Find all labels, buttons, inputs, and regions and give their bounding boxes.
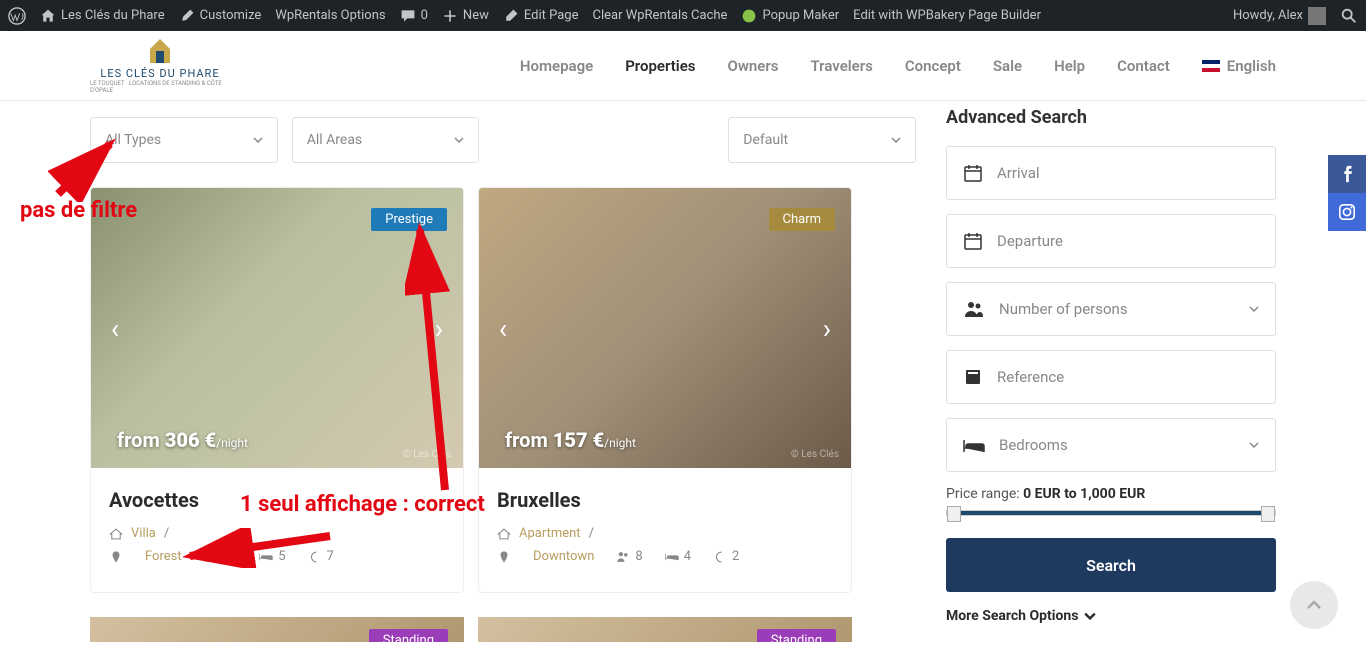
admin-search[interactable] — [1340, 7, 1358, 25]
more-search-options[interactable]: More Search Options — [946, 608, 1276, 624]
prev-image[interactable]: ‹ — [487, 312, 519, 344]
wpbakery-link[interactable]: Edit with WPBakery Page Builder — [853, 8, 1041, 23]
property-card[interactable]: Standing — [478, 617, 852, 642]
advanced-search-sidebar: Advanced Search Arrival Departure Number… — [946, 101, 1276, 642]
price-label: from 306 €/night — [91, 428, 248, 468]
moon-icon — [308, 550, 322, 564]
badge-standing: Standing — [369, 629, 448, 642]
nav-properties[interactable]: Properties — [625, 57, 695, 75]
pin-icon — [109, 550, 123, 564]
departure-input[interactable]: Departure — [946, 214, 1276, 268]
popup-maker-link[interactable]: Popup Maker — [741, 8, 839, 24]
bed-icon — [259, 550, 273, 564]
instagram-link[interactable] — [1328, 193, 1366, 231]
search-title: Advanced Search — [946, 107, 1276, 128]
property-type-link[interactable]: Villa — [131, 526, 156, 541]
chevron-down-icon — [1249, 440, 1259, 450]
chevron-down-icon — [454, 135, 464, 145]
nav-travelers[interactable]: Travelers — [810, 57, 872, 75]
comments-link[interactable]: 0 — [400, 8, 428, 24]
reference-input[interactable]: Reference — [946, 350, 1276, 404]
facebook-icon — [1338, 165, 1356, 183]
property-type-link[interactable]: Apartment — [519, 526, 581, 541]
customize-link[interactable]: Customize — [179, 8, 262, 24]
nav-homepage[interactable]: Homepage — [520, 57, 593, 75]
new-link[interactable]: New — [442, 8, 489, 24]
filter-sort[interactable]: Default — [728, 117, 916, 163]
pin-icon — [497, 550, 511, 564]
property-badge: Charm — [769, 208, 836, 231]
persons-select[interactable]: Number of persons — [946, 282, 1276, 336]
chevron-down-icon — [1249, 304, 1259, 314]
site-name-link[interactable]: Les Clés du Phare — [40, 8, 165, 24]
property-title[interactable]: Bruxelles — [497, 488, 833, 512]
next-image[interactable]: › — [811, 312, 843, 344]
logo-title: LES CLÉS DU PHARE — [100, 67, 219, 80]
scroll-to-top[interactable] — [1290, 581, 1338, 629]
card-image: Prestige ‹ › from 306 €/night © Les Clés — [91, 188, 463, 468]
price-range-label: Price range: 0 EUR to 1,000 EUR — [946, 486, 1276, 502]
card-image: Charm ‹ › from 157 €/night © Les Clés — [479, 188, 851, 468]
instagram-icon — [1338, 203, 1356, 221]
price-slider[interactable] — [946, 510, 1276, 516]
calendar-icon — [963, 163, 983, 183]
property-area-link[interactable]: Downtown — [533, 549, 594, 564]
book-icon — [963, 367, 983, 387]
avatar — [1308, 7, 1326, 25]
chevron-down-icon — [253, 135, 263, 145]
arrival-input[interactable]: Arrival — [946, 146, 1276, 200]
logo-subtitle: LE TOUQUET · LOCATIONS DE STANDING & CÔT… — [90, 80, 230, 94]
facebook-link[interactable] — [1328, 155, 1366, 193]
bedrooms-select[interactable]: Bedrooms — [946, 418, 1276, 472]
flag-icon — [1202, 60, 1220, 72]
nav-sale[interactable]: Sale — [993, 57, 1022, 75]
home-icon — [109, 527, 123, 541]
people-icon — [616, 550, 630, 564]
watermark: © Les Clés — [403, 449, 451, 460]
moon-icon — [713, 550, 727, 564]
property-badge: Prestige — [371, 208, 447, 231]
property-card[interactable]: Charm ‹ › from 157 €/night © Les Clés Br… — [478, 187, 852, 593]
property-area-link[interactable]: Forest — [145, 549, 182, 564]
main-nav: LES CLÉS DU PHARE LE TOUQUET · LOCATIONS… — [0, 31, 1366, 101]
search-button[interactable]: Search — [946, 538, 1276, 592]
calendar-icon — [963, 231, 983, 251]
wp-admin-bar: Les Clés du Phare Customize WpRentals Op… — [0, 0, 1366, 31]
bed-icon — [665, 550, 679, 564]
people-icon — [204, 550, 218, 564]
prev-image[interactable]: ‹ — [99, 312, 131, 344]
chevron-down-icon — [891, 135, 901, 145]
nav-concept[interactable]: Concept — [905, 57, 961, 75]
home-icon — [497, 527, 511, 541]
nav-contact[interactable]: Contact — [1117, 57, 1170, 75]
social-links — [1328, 155, 1366, 231]
badge-standing: Standing — [757, 629, 836, 642]
property-card[interactable]: Standing — [90, 617, 464, 642]
wprentals-options[interactable]: WpRentals Options — [275, 8, 385, 23]
people-icon — [963, 299, 985, 319]
nav-help[interactable]: Help — [1054, 57, 1085, 75]
chevron-up-icon — [1304, 595, 1324, 615]
bed-icon — [963, 437, 985, 453]
property-title[interactable]: Avocettes — [109, 488, 445, 512]
filter-bar: All Types All Areas Default — [90, 117, 916, 163]
howdy-user[interactable]: Howdy, Alex — [1233, 7, 1326, 25]
edit-page-link[interactable]: Edit Page — [503, 8, 579, 24]
language-switch[interactable]: English — [1202, 57, 1276, 75]
price-label: from 157 €/night — [479, 428, 636, 468]
nav-owners[interactable]: Owners — [727, 57, 778, 75]
property-card[interactable]: Prestige ‹ › from 306 €/night © Les Clés… — [90, 187, 464, 593]
next-image[interactable]: › — [423, 312, 455, 344]
wp-logo[interactable] — [8, 7, 26, 25]
clear-cache-link[interactable]: Clear WpRentals Cache — [593, 8, 728, 23]
site-logo[interactable]: LES CLÉS DU PHARE LE TOUQUET · LOCATIONS… — [90, 37, 230, 94]
chevron-down-icon — [1084, 610, 1096, 622]
filter-areas[interactable]: All Areas — [292, 117, 480, 163]
filter-types[interactable]: All Types — [90, 117, 278, 163]
watermark: © Les Clés — [791, 449, 839, 460]
